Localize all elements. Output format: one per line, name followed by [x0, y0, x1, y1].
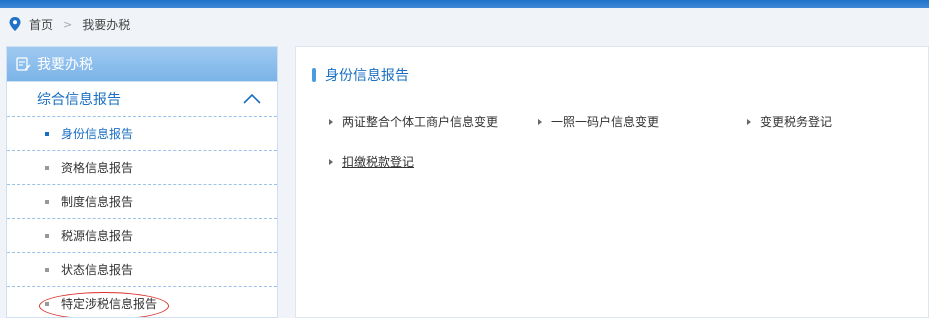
- sidebar-item-label: 制度信息报告: [61, 195, 134, 209]
- panel-title: 身份信息报告: [312, 65, 409, 85]
- caret-right-icon: [329, 118, 333, 125]
- link-label: 两证整合个体工商户信息变更: [342, 115, 499, 129]
- breadcrumb: 首页 > 我要办税: [0, 8, 929, 40]
- sidebar: 我要办税 综合信息报告 身份信息报告 资格信息报告 制度信息报告 税源信息报告 …: [6, 46, 278, 318]
- sidebar-item-label: 资格信息报告: [61, 161, 134, 175]
- sidebar-item-identity-info[interactable]: 身份信息报告: [7, 117, 277, 151]
- sidebar-item-label: 身份信息报告: [61, 127, 134, 141]
- sidebar-item-label: 状态信息报告: [61, 263, 134, 277]
- breadcrumb-home-link[interactable]: 首页: [29, 16, 53, 33]
- sidebar-item-qualification-info[interactable]: 资格信息报告: [7, 151, 277, 185]
- bullet-icon: [45, 267, 49, 272]
- sidebar-header-title: 我要办税: [37, 57, 93, 73]
- breadcrumb-separator: >: [63, 17, 73, 31]
- bullet-icon: [45, 165, 49, 170]
- caret-right-icon: [538, 118, 542, 125]
- location-pin-icon: [9, 17, 21, 31]
- title-accent-bar: [312, 68, 316, 82]
- main-panel: 身份信息报告 两证整合个体工商户信息变更 一照一码户信息变更 变更税务登记 扣缴…: [295, 46, 929, 318]
- sidebar-item-system-info[interactable]: 制度信息报告: [7, 185, 277, 219]
- bullet-icon: [45, 131, 49, 136]
- sidebar-group-label: 综合信息报告: [37, 92, 121, 108]
- caret-right-icon: [747, 118, 751, 125]
- breadcrumb-current: 我要办税: [82, 17, 131, 32]
- sidebar-item-tax-source-info[interactable]: 税源信息报告: [7, 219, 277, 253]
- bullet-icon: [45, 199, 49, 204]
- top-banner-strip: [0, 0, 929, 8]
- link-label: 变更税务登记: [760, 115, 833, 129]
- link-one-license-one-code-change[interactable]: 一照一码户信息变更: [538, 113, 659, 130]
- link-label: 扣缴税款登记: [342, 155, 415, 169]
- sidebar-item-label: 税源信息报告: [61, 229, 134, 243]
- sidebar-item-specific-tax-info[interactable]: 特定涉税信息报告: [7, 287, 277, 317]
- link-withholding-tax-registration[interactable]: 扣缴税款登记: [329, 153, 414, 170]
- sidebar-group-comprehensive-info[interactable]: 综合信息报告: [7, 81, 277, 117]
- link-label: 一照一码户信息变更: [551, 115, 660, 129]
- link-two-cert-individual-business-change[interactable]: 两证整合个体工商户信息变更: [329, 113, 498, 130]
- edit-document-icon: [16, 57, 31, 71]
- sidebar-header: 我要办税: [7, 47, 277, 81]
- caret-right-icon: [329, 158, 333, 165]
- sidebar-item-status-info[interactable]: 状态信息报告: [7, 253, 277, 287]
- red-circle-annotation: [39, 292, 169, 317]
- bullet-icon: [45, 233, 49, 238]
- link-change-tax-registration[interactable]: 变更税务登记: [747, 113, 832, 130]
- chevron-up-icon[interactable]: [243, 94, 261, 104]
- panel-title-text: 身份信息报告: [325, 68, 409, 84]
